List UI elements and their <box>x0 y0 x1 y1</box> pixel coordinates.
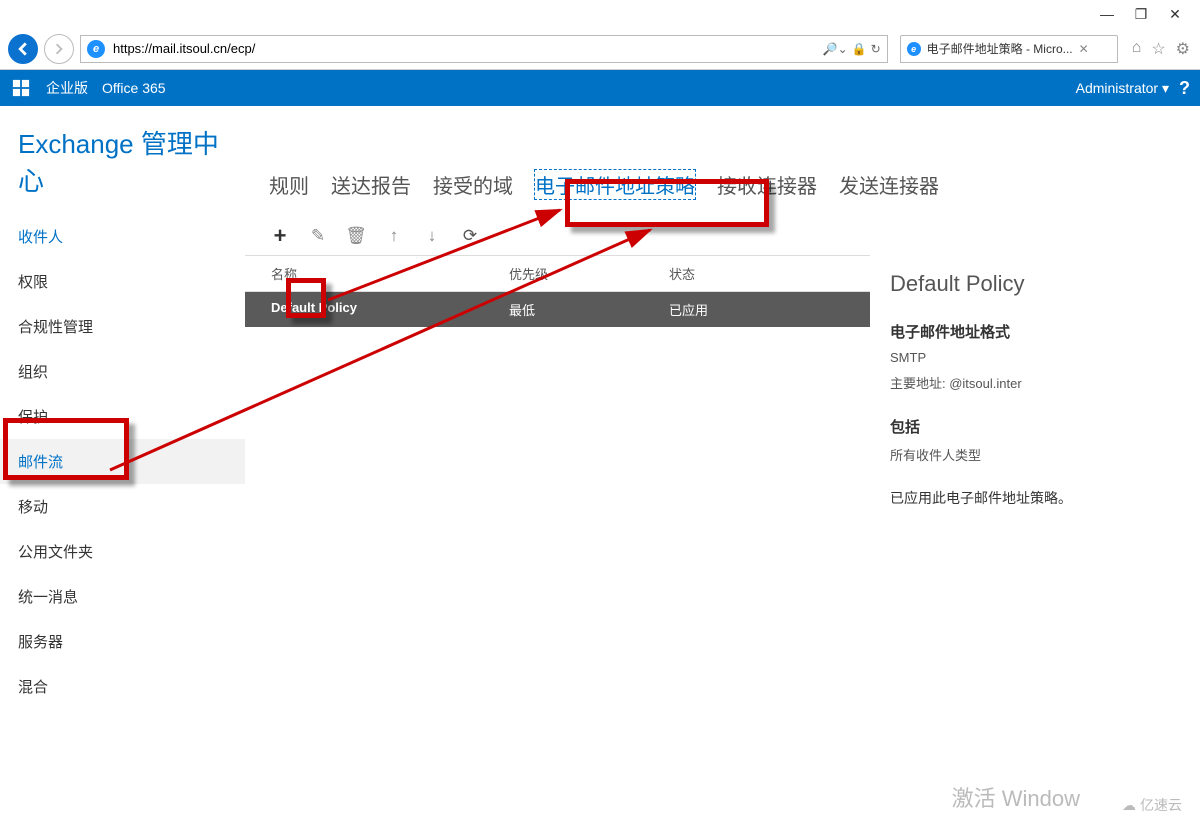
lock-icon: 🔒 <box>852 42 867 56</box>
cell-name: Default Policy <box>269 300 509 319</box>
refresh-button[interactable]: ⟳ <box>459 225 481 247</box>
tab-close-button[interactable]: ✕ <box>1079 42 1089 56</box>
tab-favicon-icon: e <box>907 42 921 56</box>
os-title-bar: — ❐ ✕ <box>0 0 1200 28</box>
table-header: 名称 优先级 状态 <box>245 255 870 292</box>
sidebar-item-unified-messaging[interactable]: 统一消息 <box>0 574 245 619</box>
search-dropdown-icon[interactable]: 🔎⌄ <box>823 42 848 56</box>
browser-tab[interactable]: e 电子邮件地址策略 - Micro... ✕ <box>900 35 1118 63</box>
toolbar: + ✎ 🗑 ↑ ↓ ⟳ <box>245 225 1200 255</box>
window-minimize-button[interactable]: — <box>1090 4 1124 24</box>
detail-panel: Default Policy 电子邮件地址格式 SMTP 主要地址: @itso… <box>870 255 1200 532</box>
o365-top-bar: 企业版 Office 365 Administrator ▾ ? <box>0 70 1200 106</box>
watermark-cloud-icon: ☁ <box>1122 797 1136 814</box>
main-area: Exchange 管理中心 收件人 权限 合规性管理 组织 保护 邮件流 移动 … <box>0 106 1200 825</box>
edit-button[interactable]: ✎ <box>307 225 329 247</box>
cell-status: 已应用 <box>669 300 846 319</box>
content-area: 规则 送达报告 接受的域 电子邮件地址策略 接收连接器 发送连接器 + ✎ 🗑 … <box>245 106 1200 825</box>
browser-toolbar: e 🔎⌄ 🔒 ↻ e 电子邮件地址策略 - Micro... ✕ ⌂ ☆ ⚙ <box>0 28 1200 70</box>
sidebar-item-protection[interactable]: 保护 <box>0 394 245 439</box>
settings-icon[interactable]: ⚙ <box>1176 39 1190 59</box>
edition-label[interactable]: 企业版 <box>46 78 88 98</box>
office-logo-icon[interactable] <box>10 77 32 99</box>
product-label[interactable]: Office 365 <box>102 80 166 96</box>
sidebar-item-compliance[interactable]: 合规性管理 <box>0 304 245 349</box>
ie-logo-icon: e <box>87 40 105 58</box>
sidebar-item-mobile[interactable]: 移动 <box>0 484 245 529</box>
sidebar-item-permissions[interactable]: 权限 <box>0 259 245 304</box>
tab-receive-connectors[interactable]: 接收连接器 <box>717 170 817 199</box>
delete-button[interactable]: 🗑 <box>345 225 367 247</box>
home-icon[interactable]: ⌂ <box>1132 39 1142 59</box>
move-up-button[interactable]: ↑ <box>383 225 405 247</box>
url-input[interactable] <box>111 40 813 57</box>
tab-rules[interactable]: 规则 <box>269 170 309 199</box>
tab-delivery-reports[interactable]: 送达报告 <box>331 170 411 199</box>
tab-title: 电子邮件地址策略 - Micro... <box>927 40 1073 57</box>
column-name[interactable]: 名称 <box>269 264 509 283</box>
table-row[interactable]: Default Policy 最低 已应用 <box>245 292 870 327</box>
detail-title: Default Policy <box>890 271 1180 297</box>
tab-send-connectors[interactable]: 发送连接器 <box>839 170 939 199</box>
column-priority[interactable]: 优先级 <box>509 264 669 283</box>
detail-format-header: 电子邮件地址格式 <box>890 321 1180 342</box>
forward-button[interactable] <box>44 34 74 64</box>
detail-smtp: SMTP <box>890 350 1180 365</box>
cell-priority: 最低 <box>509 300 669 319</box>
refresh-icon[interactable]: ↻ <box>871 42 881 56</box>
tab-strip: e 电子邮件地址策略 - Micro... ✕ <box>900 35 1118 63</box>
sidebar-item-public-folders[interactable]: 公用文件夹 <box>0 529 245 574</box>
page-title: Exchange 管理中心 <box>0 124 245 214</box>
tab-email-address-policies[interactable]: 电子邮件地址策略 <box>535 170 695 199</box>
help-button[interactable]: ? <box>1179 78 1190 99</box>
move-down-button[interactable]: ↓ <box>421 225 443 247</box>
detail-include: 所有收件人类型 <box>890 445 1180 464</box>
detail-include-header: 包括 <box>890 416 1180 437</box>
window-maximize-button[interactable]: ❐ <box>1124 4 1158 24</box>
back-button[interactable] <box>8 34 38 64</box>
address-bar[interactable]: e 🔎⌄ 🔒 ↻ <box>80 35 888 63</box>
detail-applied: 已应用此电子邮件地址策略。 <box>890 488 1180 508</box>
caret-down-icon: ▾ <box>1162 80 1169 96</box>
add-button[interactable]: + <box>269 225 291 247</box>
favorites-icon[interactable]: ☆ <box>1151 39 1165 59</box>
activate-windows-label: 激活 Window <box>952 781 1080 813</box>
sidebar-item-hybrid[interactable]: 混合 <box>0 664 245 709</box>
table-area: 名称 优先级 状态 Default Policy 最低 已应用 Default … <box>245 255 1200 532</box>
content-tabs: 规则 送达报告 接受的域 电子邮件地址策略 接收连接器 发送连接器 <box>245 170 1200 225</box>
window-close-button[interactable]: ✕ <box>1158 4 1192 24</box>
user-menu[interactable]: Administrator ▾ <box>1076 80 1169 97</box>
watermark: ☁ 亿速云 <box>1122 795 1182 815</box>
sidebar-item-recipients[interactable]: 收件人 <box>0 214 245 259</box>
sidebar-item-mailflow[interactable]: 邮件流 <box>0 439 245 484</box>
tab-accepted-domains[interactable]: 接受的域 <box>433 170 513 199</box>
detail-primary: 主要地址: @itsoul.inter <box>890 373 1180 392</box>
column-status[interactable]: 状态 <box>669 264 846 283</box>
sidebar-item-servers[interactable]: 服务器 <box>0 619 245 664</box>
sidebar-item-organization[interactable]: 组织 <box>0 349 245 394</box>
sidebar: Exchange 管理中心 收件人 权限 合规性管理 组织 保护 邮件流 移动 … <box>0 106 245 825</box>
